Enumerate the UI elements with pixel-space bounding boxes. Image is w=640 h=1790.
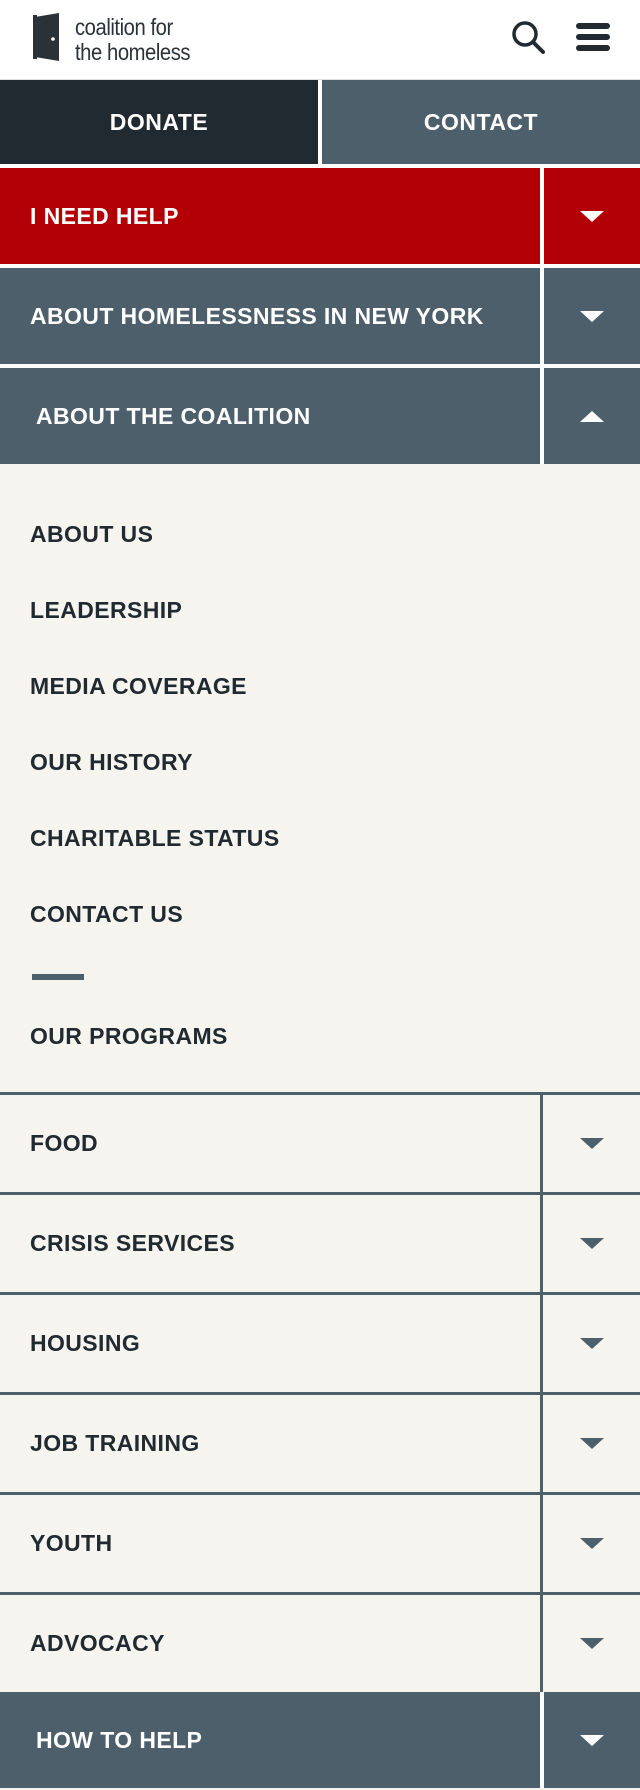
nav-label-advocacy[interactable]: ADVOCACY [0, 1595, 540, 1692]
expand-housing-button[interactable] [540, 1295, 640, 1392]
expand-crisis-services-button[interactable] [540, 1195, 640, 1292]
nav-label-about-homelessness[interactable]: ABOUT HOMELESSNESS IN NEW YORK [0, 268, 540, 364]
expand-how-to-help-button[interactable] [540, 1692, 640, 1788]
nav-item-food: FOOD [0, 1095, 640, 1195]
nav-item-youth: YOUTH [0, 1495, 640, 1595]
nav-label-need-help[interactable]: I NEED HELP [0, 168, 540, 264]
expand-advocacy-button[interactable] [540, 1595, 640, 1692]
chevron-down-icon [580, 210, 604, 222]
nav-item-job-training: JOB TRAINING [0, 1395, 640, 1495]
expand-youth-button[interactable] [540, 1495, 640, 1592]
chevron-down-icon [580, 1734, 604, 1746]
expand-food-button[interactable] [540, 1095, 640, 1192]
section-divider [32, 974, 84, 980]
submenu-link-charitable-status[interactable]: CHARITABLE STATUS [0, 800, 640, 876]
nav-item-housing: HOUSING [0, 1295, 640, 1395]
nav-item-need-help: I NEED HELP [0, 168, 640, 268]
chevron-down-icon [579, 1338, 604, 1349]
submenu-link-about-us[interactable]: ABOUT US [0, 496, 640, 572]
nav-item-about-homelessness: ABOUT HOMELESSNESS IN NEW YORK [0, 268, 640, 368]
submenu-link-our-history[interactable]: OUR HISTORY [0, 724, 640, 800]
nav-label-how-to-help[interactable]: HOW TO HELP [0, 1692, 540, 1788]
submenu-link-contact-us[interactable]: CONTACT US [0, 876, 640, 952]
nav-item-about-coalition: ABOUT THE COALITION [0, 368, 640, 464]
search-icon[interactable] [510, 19, 546, 60]
nav-label-food[interactable]: FOOD [0, 1095, 540, 1192]
logo-line-2: the homeless [75, 38, 191, 65]
nav-item-advocacy: ADVOCACY [0, 1595, 640, 1692]
site-header: coalition for the homeless [0, 0, 640, 80]
door-icon [33, 13, 61, 66]
cta-bar: DONATE CONTACT [0, 80, 640, 168]
logo-line-1: coalition for [75, 13, 173, 40]
collapse-about-coalition-button[interactable] [540, 368, 640, 464]
nav-item-crisis-services: CRISIS SERVICES [0, 1195, 640, 1295]
hamburger-menu-icon[interactable] [576, 22, 610, 57]
about-coalition-submenu: ABOUT US LEADERSHIP MEDIA COVERAGE OUR H… [0, 464, 640, 1095]
section-heading-our-programs[interactable]: OUR PROGRAMS [0, 1006, 640, 1066]
chevron-down-icon [579, 1238, 604, 1249]
expand-need-help-button[interactable] [540, 168, 640, 264]
header-actions [510, 19, 610, 60]
expand-job-training-button[interactable] [540, 1395, 640, 1492]
nav-label-crisis-services[interactable]: CRISIS SERVICES [0, 1195, 540, 1292]
nav-label-youth[interactable]: YOUTH [0, 1495, 540, 1592]
chevron-up-icon [580, 410, 604, 422]
donate-button[interactable]: DONATE [0, 80, 318, 164]
chevron-down-icon [579, 1538, 604, 1549]
nav-item-how-to-help: HOW TO HELP [0, 1692, 640, 1788]
nav-label-job-training[interactable]: JOB TRAINING [0, 1395, 540, 1492]
chevron-down-icon [579, 1438, 604, 1449]
chevron-down-icon [579, 1138, 604, 1149]
nav-label-about-coalition[interactable]: ABOUT THE COALITION [0, 368, 540, 464]
logo-text: coalition for the homeless [75, 13, 191, 65]
contact-button[interactable]: CONTACT [318, 80, 640, 164]
submenu-link-media-coverage[interactable]: MEDIA COVERAGE [0, 648, 640, 724]
chevron-down-icon [580, 310, 604, 322]
submenu-link-leadership[interactable]: LEADERSHIP [0, 572, 640, 648]
chevron-down-icon [579, 1638, 604, 1649]
nav-label-housing[interactable]: HOUSING [0, 1295, 540, 1392]
expand-about-homelessness-button[interactable] [540, 268, 640, 364]
site-logo[interactable]: coalition for the homeless [33, 13, 206, 66]
